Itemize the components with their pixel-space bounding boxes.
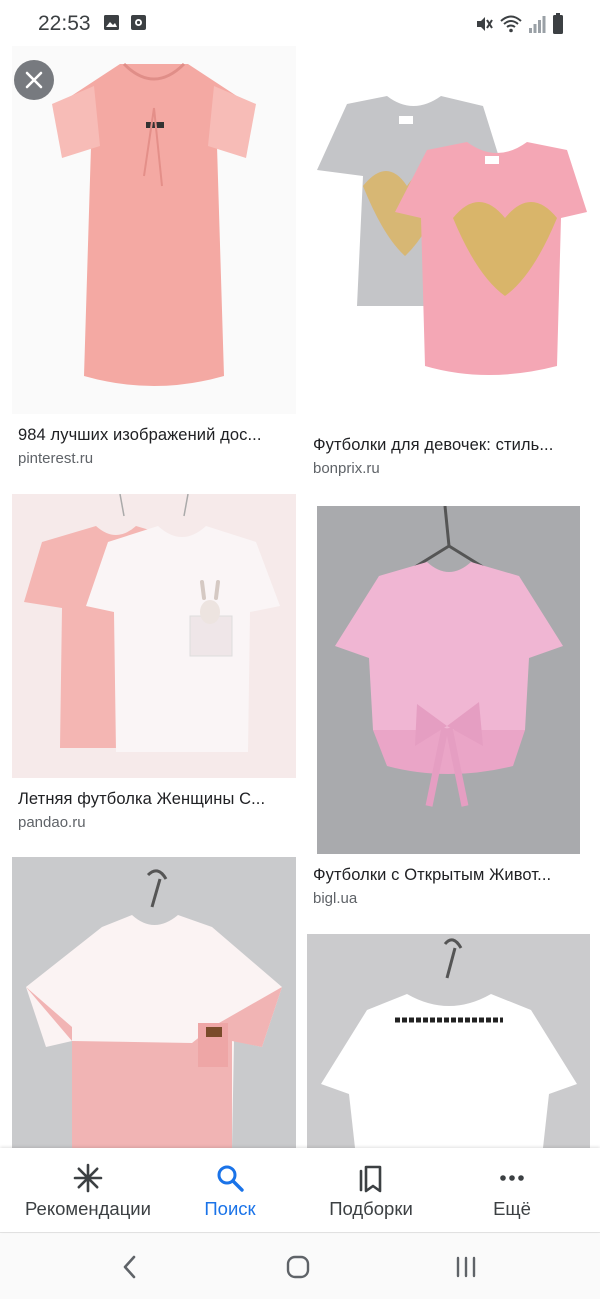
result-image[interactable] — [307, 934, 590, 1148]
more-icon — [496, 1162, 528, 1194]
bunny-tshirts-image — [24, 494, 280, 752]
result-image[interactable] — [12, 46, 296, 414]
nav-recommendations[interactable]: Рекомендации — [18, 1148, 158, 1232]
collections-icon — [355, 1162, 387, 1194]
nav-collections[interactable]: Подборки — [316, 1148, 426, 1232]
white-slogan-tshirt-image — [321, 938, 577, 1148]
nav-label: Подборки — [329, 1198, 413, 1219]
result-source: pinterest.ru — [18, 450, 94, 467]
wifi-icon — [500, 15, 522, 33]
result-card[interactable]: Футболки для девочек: стиль... bonprix.r… — [307, 46, 590, 486]
result-image[interactable] — [12, 857, 296, 1148]
record-icon — [131, 15, 146, 30]
recents-icon — [456, 1256, 476, 1278]
nav-label: Поиск — [204, 1198, 256, 1219]
back-button[interactable] — [110, 1251, 150, 1283]
close-button[interactable] — [14, 60, 54, 100]
system-navigation-bar — [0, 1232, 600, 1299]
result-image[interactable] — [317, 506, 580, 854]
search-icon — [214, 1162, 246, 1194]
result-title[interactable]: Футболки для девочек: стиль... — [313, 436, 585, 455]
result-title[interactable]: Футболки с Открытым Живот... — [313, 866, 585, 885]
image-icon — [104, 15, 119, 30]
result-source: bonprix.ru — [313, 460, 380, 477]
result-image[interactable] — [307, 46, 590, 426]
nav-more[interactable]: Ещё — [470, 1148, 554, 1232]
pink-white-tshirt-image — [26, 869, 282, 1148]
result-card[interactable] — [307, 934, 590, 1148]
result-card[interactable]: Летняя футболка Женщины С... pandao.ru — [12, 494, 296, 840]
status-bar: 22:53 — [0, 0, 600, 46]
nav-label: Ещё — [493, 1198, 531, 1219]
battery-icon — [553, 13, 563, 34]
asterisk-icon — [72, 1162, 104, 1194]
recents-button[interactable] — [446, 1251, 486, 1283]
back-icon — [123, 1255, 136, 1279]
home-icon — [286, 1255, 310, 1279]
result-source: bigl.ua — [313, 890, 358, 907]
result-card[interactable]: Футболки с Открытым Живот... bigl.ua — [307, 506, 590, 908]
result-title[interactable]: Летняя футболка Женщины С... — [18, 790, 290, 809]
nav-search[interactable]: Поиск — [182, 1148, 278, 1232]
home-button[interactable] — [278, 1251, 318, 1283]
bottom-navigation: Рекомендации Поиск Подборки Ещё — [0, 1148, 600, 1232]
result-title[interactable]: 984 лучших изображений дос... — [18, 426, 290, 445]
pink-blouse-image — [52, 62, 256, 386]
lilac-tie-front-tshirt-image — [335, 506, 563, 807]
status-time: 22:53 — [38, 12, 91, 35]
result-source: pandao.ru — [18, 814, 86, 831]
mute-icon — [477, 17, 493, 31]
signal-icon — [529, 16, 546, 33]
result-card[interactable] — [12, 857, 296, 1148]
nav-label: Рекомендации — [25, 1198, 151, 1219]
heart-tshirts-image — [317, 96, 587, 375]
result-image[interactable] — [12, 494, 296, 778]
result-card[interactable]: 984 лучших изображений дос... pinterest.… — [12, 46, 296, 476]
close-icon — [25, 71, 43, 89]
